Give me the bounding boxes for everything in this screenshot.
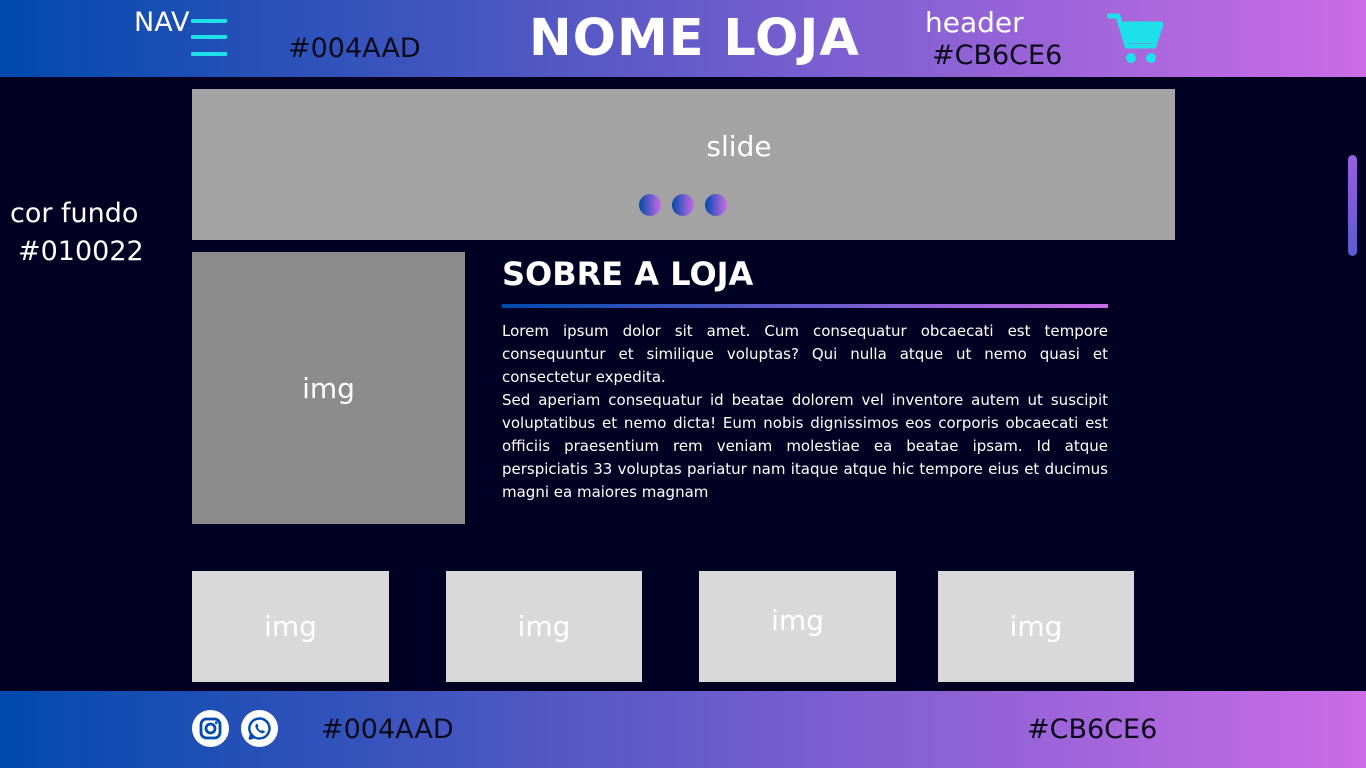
gallery-item[interactable]: img (938, 571, 1134, 682)
header-color-start-label: #004AAD (288, 33, 421, 64)
slider-dot[interactable] (672, 194, 694, 216)
about-description: Lorem ipsum dolor sit amet. Cum consequa… (502, 320, 1108, 504)
site-header: NAV #004AAD NOME LOJA header #CB6CE6 (0, 0, 1366, 77)
about-paragraph: Lorem ipsum dolor sit amet. Cum consequa… (502, 322, 1108, 386)
site-footer: #004AAD #CB6CE6 (0, 691, 1366, 768)
whatsapp-icon[interactable] (241, 710, 278, 747)
footer-color-end-label: #CB6CE6 (1027, 714, 1158, 745)
gallery-item[interactable]: img (446, 571, 642, 682)
about-paragraph: Sed aperiam consequatur id beatae dolore… (502, 391, 1108, 501)
background-color-annotation: cor fundo #010022 (10, 195, 144, 271)
slider-dot[interactable] (639, 194, 661, 216)
about-image-placeholder: img (192, 252, 465, 524)
gallery-item-label: img (264, 610, 317, 643)
nav-label: NAV (134, 7, 190, 38)
shopping-cart-icon[interactable] (1106, 12, 1164, 66)
gallery-item[interactable]: img (192, 571, 389, 682)
about-title-underline (502, 304, 1108, 308)
page-scrollbar[interactable] (1348, 155, 1357, 256)
header-label: header (925, 6, 1024, 39)
slide-label: slide (706, 130, 772, 163)
about-image-label: img (302, 372, 355, 405)
background-color-value: #010022 (18, 236, 144, 267)
header-color-end-label: #CB6CE6 (932, 40, 1063, 71)
gallery-item-label: img (771, 604, 824, 637)
slider-dot[interactable] (705, 194, 727, 216)
store-name-title[interactable]: NOME LOJA (529, 6, 860, 72)
about-title: SOBRE A LOJA (502, 255, 754, 293)
background-label: cor fundo (10, 198, 139, 229)
gallery-item-label: img (517, 610, 571, 643)
gallery-item[interactable]: img (699, 571, 896, 682)
hamburger-menu-icon[interactable] (191, 19, 227, 57)
footer-color-start-label: #004AAD (321, 714, 454, 745)
instagram-icon[interactable] (192, 710, 229, 747)
gallery-item-label: img (1009, 610, 1063, 643)
